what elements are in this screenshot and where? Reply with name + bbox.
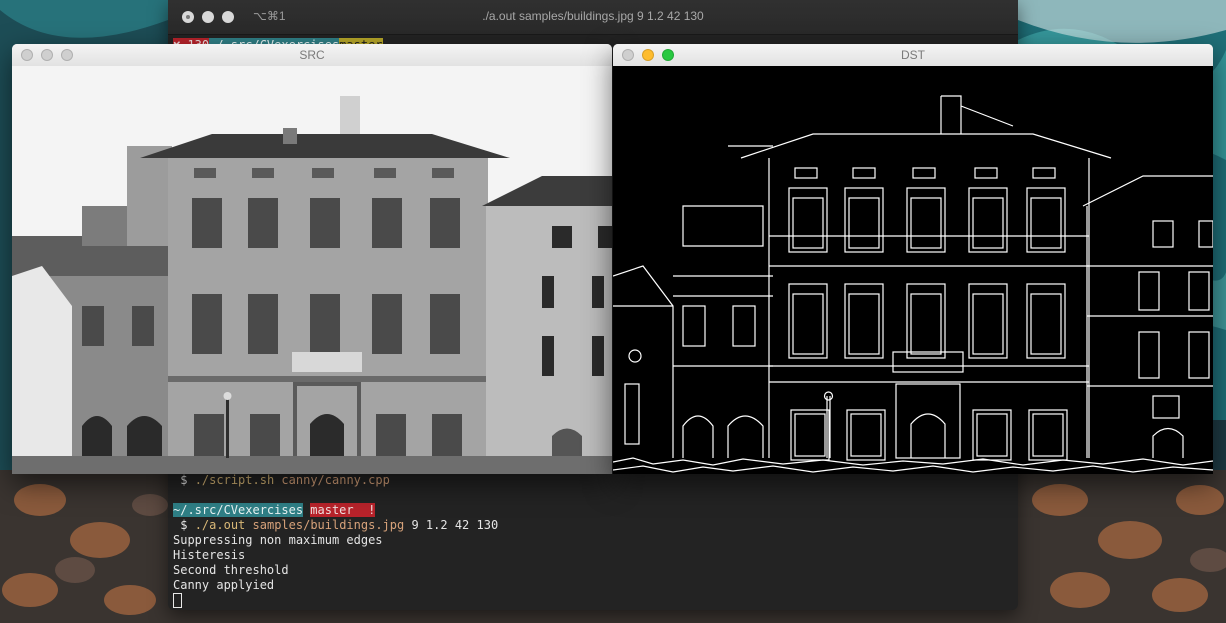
src-titlebar[interactable]: SRC [12, 44, 612, 67]
window-title: DST [901, 48, 925, 62]
branch-dirty-segment: master ! [310, 503, 376, 517]
dst-titlebar[interactable]: DST [613, 44, 1213, 67]
command-args: 9 1.2 42 130 [411, 518, 499, 532]
script-command-line: $ ./script.sh canny/canny.cpp [173, 473, 390, 488]
input-line[interactable] [173, 593, 182, 608]
src-window[interactable]: SRC [12, 44, 612, 474]
canny-edges [613, 66, 1213, 474]
output-line: Second threshold [173, 563, 289, 577]
command-file: samples/buildings.jpg [252, 518, 405, 532]
source-image [12, 66, 612, 474]
command-line: $ ./a.out samples/buildings.jpg 9 1.2 42… [173, 518, 498, 533]
window-title: SRC [299, 48, 325, 62]
command-executable: ./a.out [194, 518, 246, 532]
output-line: Suppressing non maximum edges [173, 533, 383, 547]
terminal-title: ./a.out samples/buildings.jpg 9 1.2 42 1… [482, 9, 704, 23]
buildings-photo [12, 66, 612, 474]
script-name: ./script.sh [194, 473, 275, 487]
dst-window[interactable]: DST [613, 44, 1213, 474]
prompt-line: ~/.src/CVexercises master ! [173, 503, 376, 518]
output-line: Canny applyied [173, 578, 275, 592]
script-arg: canny/canny.cpp [281, 473, 390, 487]
text-cursor [173, 593, 182, 608]
prompt-dollar: $ [180, 518, 188, 532]
terminal-titlebar[interactable]: ⌥⌘1 ./a.out samples/buildings.jpg 9 1.2 … [168, 0, 1018, 35]
edge-image [613, 66, 1213, 474]
prompt-dollar: $ [180, 473, 188, 487]
directory-segment: ~/.src/CVexercises [173, 503, 304, 517]
output-line: Histeresis [173, 548, 246, 562]
